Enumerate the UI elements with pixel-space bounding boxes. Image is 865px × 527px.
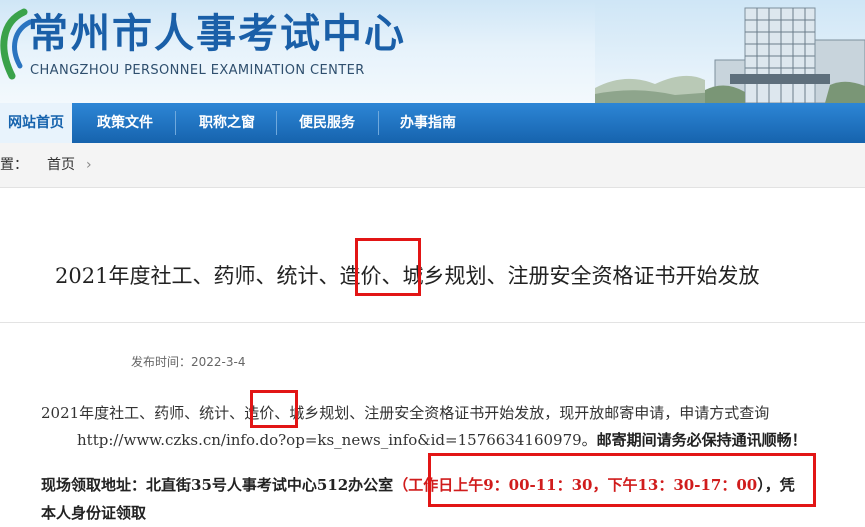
site-header: 常州市人事考试中心 CHANGZHOU PERSONNEL EXAMINATIO… [0,0,865,103]
pickup-address: 现场领取地址：北直街35号人事考试中心512办公室 [41,476,394,494]
breadcrumb: 位置： 首页 › [0,143,865,188]
nav-divider [175,111,176,135]
nav-divider [378,111,379,135]
building-illustration [595,0,865,103]
nav-item-guide[interactable]: 办事指南 [385,103,471,143]
hours-open-paren: （ [393,476,409,494]
nav-item-services[interactable]: 便民服务 [284,103,370,143]
publish-date: 发布时间：2022-3-4 [131,355,246,369]
nav-item-title-window[interactable]: 职称之窗 [184,103,270,143]
nav-item-home[interactable]: 网站首页 [0,103,72,143]
paragraph-text: 2021年度社工、药师、统计、 [41,404,245,422]
mail-notice: 邮寄期间请务必保持通讯顺畅！ [596,431,807,449]
info-url: http://www.czks.cn/info.do?op=ks_news_in… [77,431,597,449]
paragraph-line2: http://www.czks.cn/info.do?op=ks_news_in… [41,427,851,454]
main-nav: 网站首页 政策文件 职称之窗 便民服务 办事指南 [0,103,865,143]
site-subtitle: CHANGZHOU PERSONNEL EXAMINATION CENTER [30,63,365,78]
site-title: 常州市人事考试中心 [28,10,406,57]
breadcrumb-prefix: 位置： [0,157,28,173]
highlight-box [355,238,421,296]
breadcrumb-home-link[interactable]: 首页 [47,156,75,174]
chevron-right-icon: › [86,157,92,173]
article-title-text: 2021年度社工、药师、统计、 [55,264,340,288]
pickup-line2: 本人身份证领取 [41,504,147,522]
paragraph-text: 、城乡规划、注册安全资格证书开始发放，现开放邮寄申请，申请方式查询 [274,404,770,422]
nav-item-policy[interactable]: 政策文件 [82,103,168,143]
nav-divider [276,111,277,135]
highlight-box [250,390,298,428]
divider [0,322,865,323]
article-paragraph: 2021年度社工、药师、统计、造价、城乡规划、注册安全资格证书开始发放，现开放邮… [41,400,851,454]
article-title-text: 、城乡规划、注册安全资格证书开始发放 [381,264,760,288]
highlight-box [428,453,816,507]
